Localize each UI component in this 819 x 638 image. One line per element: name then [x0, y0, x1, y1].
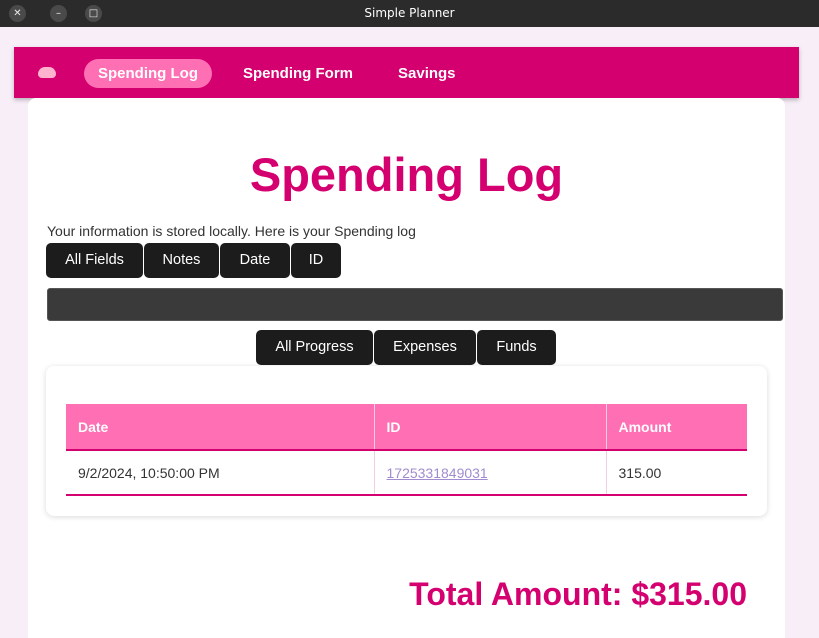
- window-titlebar: ✕ – □ Simple Planner: [0, 0, 819, 27]
- main-card: Spending Log Your information is stored …: [28, 98, 785, 638]
- piggy-bank-icon[interactable]: [38, 67, 56, 78]
- nav-spending-log[interactable]: Spending Log: [84, 59, 212, 88]
- filter-id-button[interactable]: ID: [291, 243, 341, 278]
- total-amount: Total Amount: $315.00: [409, 576, 747, 612]
- header-date: Date: [66, 404, 374, 451]
- info-text: Your information is stored locally. Here…: [47, 223, 416, 239]
- cell-id: 1725331849031: [373, 450, 606, 496]
- filter-expenses-button[interactable]: Expenses: [374, 330, 476, 365]
- navbar: Spending Log Spending Form Savings: [14, 47, 799, 98]
- header-amount: Amount: [605, 404, 747, 451]
- filter-funds-button[interactable]: Funds: [477, 330, 556, 365]
- page-title: Spending Log: [249, 148, 564, 201]
- filter-date-button[interactable]: Date: [220, 243, 290, 278]
- filter-all-fields-button[interactable]: All Fields: [46, 243, 143, 278]
- spending-table: Date ID Amount 9/2/2024, 10:50:00 PM 172…: [66, 404, 747, 496]
- search-input[interactable]: [47, 288, 783, 321]
- table-card: Date ID Amount 9/2/2024, 10:50:00 PM 172…: [46, 366, 767, 516]
- entry-id-link[interactable]: 1725331849031: [387, 465, 488, 481]
- filter-all-progress-button[interactable]: All Progress: [256, 330, 373, 365]
- window-title: Simple Planner: [364, 6, 455, 20]
- table-row: 9/2/2024, 10:50:00 PM 1725331849031 315.…: [66, 450, 747, 496]
- nav-savings[interactable]: Savings: [384, 59, 470, 88]
- header-id: ID: [373, 404, 606, 451]
- filter-notes-button[interactable]: Notes: [144, 243, 219, 278]
- nav-spending-form[interactable]: Spending Form: [229, 59, 367, 88]
- cell-amount: 315.00: [605, 450, 747, 496]
- table-header-row: Date ID Amount: [66, 404, 747, 451]
- cell-date: 9/2/2024, 10:50:00 PM: [66, 450, 374, 496]
